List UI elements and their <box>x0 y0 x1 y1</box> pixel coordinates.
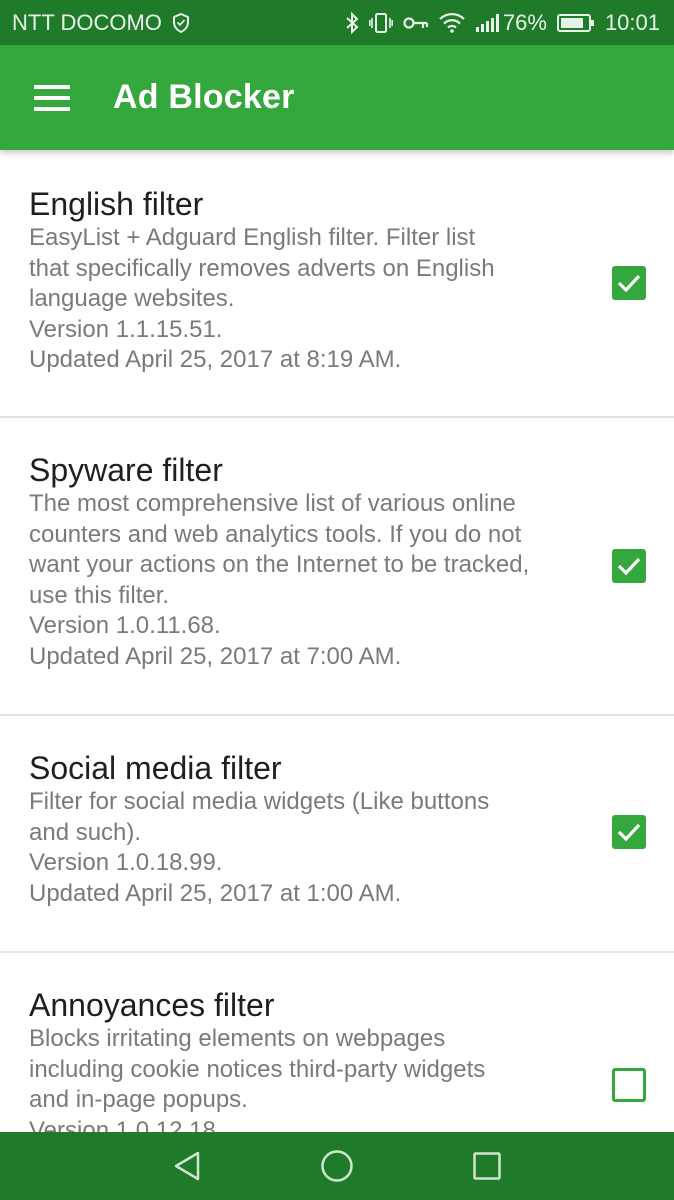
signal-icon <box>475 13 499 32</box>
recents-icon <box>473 1152 501 1180</box>
filter-description: counters and web analytics tools. If you… <box>29 520 522 548</box>
checkmark-icon <box>617 557 641 576</box>
back-icon <box>174 1151 200 1181</box>
filter-updated: Updated April 25, 2017 at 1:00 AM. <box>29 879 402 907</box>
vibrate-icon <box>368 12 393 33</box>
page-title: Ad Blocker <box>113 78 295 116</box>
filter-item-annoyances[interactable]: Annoyances filter Blocks irritating elem… <box>0 953 674 1132</box>
filter-text: Social media filter Filter for social me… <box>29 749 589 909</box>
carrier-label: NTT DOCOMO <box>12 9 162 35</box>
filter-updated: Updated April 25, 2017 at 7:00 AM. <box>29 642 402 670</box>
filter-checkbox[interactable] <box>612 266 646 300</box>
filter-description: Blocks irritating elements on webpages <box>29 1025 446 1052</box>
shield-icon <box>172 12 189 33</box>
filter-description: including cookie notices third-party wid… <box>29 1055 486 1083</box>
checkmark-icon <box>617 274 641 293</box>
filter-description: EasyList + Adguard English filter. Filte… <box>29 224 476 251</box>
filter-version: Version 1.1.15.51. <box>29 315 223 343</box>
filter-checkbox[interactable] <box>612 815 646 849</box>
filter-checkbox[interactable] <box>612 549 646 583</box>
hamburger-menu-icon <box>34 84 70 111</box>
checkmark-icon <box>617 823 641 842</box>
battery-percent: 76% <box>502 9 547 35</box>
filter-description: want your actions on the Internet to be … <box>29 551 530 578</box>
recents-button[interactable] <box>469 1148 505 1184</box>
home-button[interactable] <box>319 1148 355 1184</box>
filter-description: and in-page popups. <box>29 1086 248 1113</box>
key-icon <box>403 16 428 29</box>
filter-checkbox[interactable] <box>612 1068 646 1102</box>
filter-description: Filter for social media widgets (Like bu… <box>29 788 490 815</box>
home-icon <box>321 1150 353 1182</box>
battery-icon <box>556 13 594 32</box>
back-button[interactable] <box>169 1148 205 1184</box>
filter-version: Version 1.0.18.99. <box>29 849 223 876</box>
filter-description: and such). <box>29 818 142 846</box>
filter-item-spyware[interactable]: Spyware filter The most comprehensive li… <box>0 418 674 716</box>
filter-text: English filter EasyList + Adguard Englis… <box>29 185 589 376</box>
filter-title: English filter <box>29 186 204 222</box>
clock: 10:01 <box>604 9 660 35</box>
filter-text: Annoyances filter Blocks irritating elem… <box>29 986 589 1132</box>
filter-item-english[interactable]: English filter EasyList + Adguard Englis… <box>0 150 674 418</box>
filter-title: Social media filter <box>29 750 282 786</box>
filter-description: The most comprehensive list of various o… <box>29 490 516 517</box>
filter-description: language websites. <box>29 285 235 312</box>
filter-updated: Updated April 25, 2017 at 8:19 AM. <box>29 346 402 373</box>
filter-description: that specifically removes adverts on Eng… <box>29 254 495 282</box>
navigation-bar <box>0 1132 674 1200</box>
wifi-icon <box>439 12 465 33</box>
filter-text: Spyware filter The most comprehensive li… <box>29 451 589 672</box>
filter-list: English filter EasyList + Adguard Englis… <box>0 150 674 1132</box>
filter-item-social-media[interactable]: Social media filter Filter for social me… <box>0 716 674 953</box>
filter-title: Spyware filter <box>29 452 223 488</box>
filter-title: Annoyances filter <box>29 987 275 1023</box>
filter-version: Version 1.0.11.68. <box>29 612 221 639</box>
menu-button[interactable] <box>22 68 82 128</box>
app-bar: Ad Blocker <box>0 45 674 150</box>
bluetooth-icon <box>346 11 359 34</box>
status-bar: NTT DOCOMO 76% 10:01 <box>0 0 674 45</box>
filter-version: Version 1.0.12.18. <box>29 1116 223 1133</box>
filter-description: use this filter. <box>29 581 170 609</box>
